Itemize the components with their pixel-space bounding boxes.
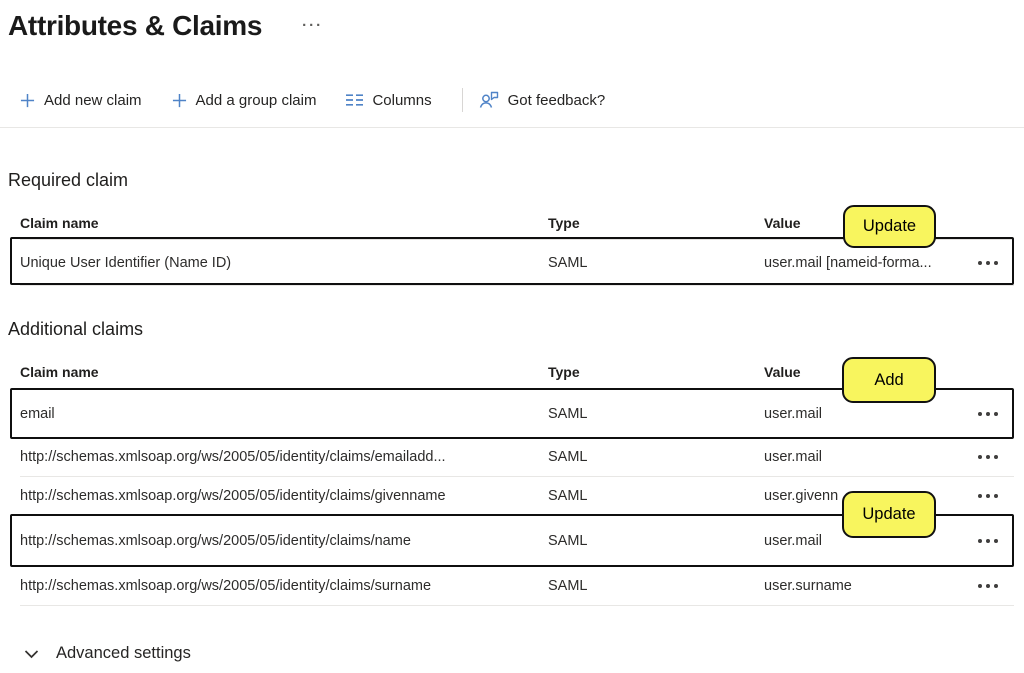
claim-type-cell: SAML bbox=[548, 488, 764, 504]
toolbar-divider bbox=[462, 88, 463, 112]
claim-name-cell: http://schemas.xmlsoap.org/ws/2005/05/id… bbox=[20, 578, 548, 594]
claim-type-cell: SAML bbox=[548, 449, 764, 465]
sticky-note-update-required: Update bbox=[843, 205, 936, 248]
plus-icon bbox=[172, 93, 187, 108]
column-header-type: Type bbox=[548, 364, 764, 380]
claim-value-cell: user.mail bbox=[764, 406, 968, 422]
sticky-note-update-name: Update bbox=[842, 491, 936, 538]
page-header: Attributes & Claims ··· bbox=[8, 10, 323, 42]
claim-type-cell: SAML bbox=[548, 406, 764, 422]
table-row-surname[interactable]: http://schemas.xmlsoap.org/ws/2005/05/id… bbox=[20, 567, 1014, 606]
claim-name-cell: Unique User Identifier (Name ID) bbox=[20, 255, 548, 271]
toolbar-separator bbox=[0, 127, 1024, 128]
claim-name-cell: http://schemas.xmlsoap.org/ws/2005/05/id… bbox=[20, 449, 548, 465]
command-bar: Add new claim Add a group claim Columns bbox=[20, 88, 1024, 112]
plus-icon bbox=[20, 93, 35, 108]
got-feedback-label: Got feedback? bbox=[508, 92, 606, 109]
title-context-menu-icon[interactable]: ··· bbox=[302, 18, 323, 33]
feedback-icon bbox=[479, 91, 499, 109]
table-row-emailaddress[interactable]: http://schemas.xmlsoap.org/ws/2005/05/id… bbox=[20, 438, 1014, 477]
sticky-note-add-email: Add bbox=[842, 357, 936, 403]
column-header-claim-name: Claim name bbox=[20, 364, 548, 380]
claim-value-cell: user.mail [nameid-forma... bbox=[764, 255, 968, 271]
row-context-menu-icon[interactable] bbox=[968, 584, 1014, 588]
got-feedback-button[interactable]: Got feedback? bbox=[479, 91, 606, 109]
claim-name-cell: email bbox=[20, 406, 548, 422]
claim-type-cell: SAML bbox=[548, 533, 764, 549]
advanced-settings-label: Advanced settings bbox=[56, 644, 191, 663]
additional-claims-heading: Additional claims bbox=[8, 319, 143, 340]
row-context-menu-icon[interactable] bbox=[968, 261, 1014, 265]
required-claim-heading: Required claim bbox=[8, 170, 128, 191]
column-header-claim-name: Claim name bbox=[20, 215, 548, 231]
claim-name-cell: http://schemas.xmlsoap.org/ws/2005/05/id… bbox=[20, 488, 548, 504]
row-context-menu-icon[interactable] bbox=[968, 539, 1014, 543]
claim-value-cell: user.mail bbox=[764, 449, 968, 465]
columns-button[interactable]: Columns bbox=[346, 92, 431, 109]
row-context-menu-icon[interactable] bbox=[968, 494, 1014, 498]
advanced-settings-toggle[interactable]: Advanced settings bbox=[24, 644, 191, 663]
claim-type-cell: SAML bbox=[548, 578, 764, 594]
chevron-down-icon bbox=[24, 649, 39, 659]
claim-type-cell: SAML bbox=[548, 255, 764, 271]
row-context-menu-icon[interactable] bbox=[968, 412, 1014, 416]
claim-value-cell: user.surname bbox=[764, 578, 968, 594]
add-group-claim-button[interactable]: Add a group claim bbox=[172, 92, 317, 109]
column-header-type: Type bbox=[548, 215, 764, 231]
columns-icon bbox=[346, 93, 363, 107]
page-title: Attributes & Claims bbox=[8, 10, 262, 42]
columns-label: Columns bbox=[372, 92, 431, 109]
add-new-claim-button[interactable]: Add new claim bbox=[20, 92, 142, 109]
claim-name-cell: http://schemas.xmlsoap.org/ws/2005/05/id… bbox=[20, 533, 548, 549]
add-new-claim-label: Add new claim bbox=[44, 92, 142, 109]
add-group-claim-label: Add a group claim bbox=[196, 92, 317, 109]
row-context-menu-icon[interactable] bbox=[968, 455, 1014, 459]
